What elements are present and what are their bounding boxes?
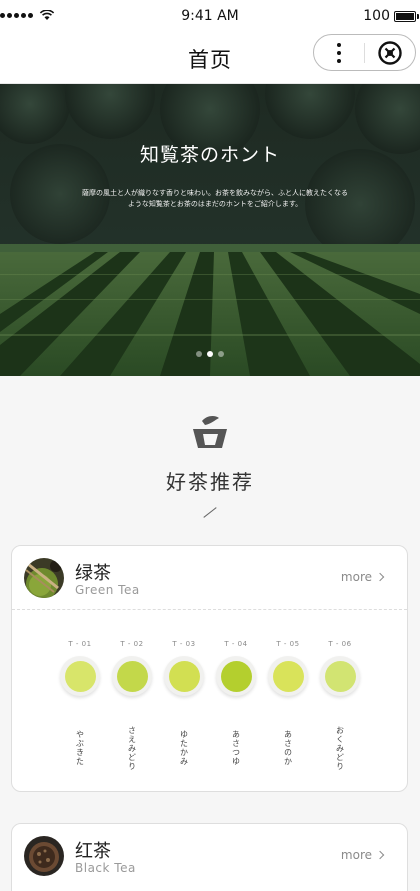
tea-name: ゆたかみ (179, 730, 189, 766)
tea-item[interactable]: T - 05 あさのか (262, 640, 314, 778)
tea-name: おくみどり (335, 725, 345, 771)
tea-cup (216, 656, 256, 696)
tea-item[interactable]: T - 04 あさつゆ (210, 640, 262, 778)
tea-category-card: 红茶 Black Tea more (11, 823, 408, 891)
battery-percent: 100 (363, 8, 390, 24)
menu-button[interactable] (314, 35, 364, 70)
more-link[interactable]: more (341, 570, 385, 584)
card-title: 红茶 (75, 841, 111, 862)
tea-code: T - 04 (224, 640, 248, 648)
carousel-indicator (0, 351, 420, 357)
tea-cup (268, 656, 308, 696)
tea-code: T - 05 (276, 640, 300, 648)
chevron-right-icon (375, 850, 385, 860)
card-header: 红茶 Black Tea more (12, 824, 407, 888)
tea-code: T - 02 (120, 640, 144, 648)
tea-name: あさのか (283, 730, 293, 766)
tea-cup (60, 656, 100, 696)
tea-code: T - 06 (328, 640, 352, 648)
tea-cup (112, 656, 152, 696)
mini-program-capsule (313, 34, 416, 71)
carousel-dot[interactable] (218, 351, 224, 357)
tea-item[interactable]: T - 03 ゆたかみ (158, 640, 210, 778)
nav-bar: 首页 (0, 32, 420, 84)
tea-item[interactable]: T - 02 さえみどり (106, 640, 158, 778)
tea-cup (320, 656, 360, 696)
tea-name: やぶきた (75, 730, 85, 766)
carousel-dot-active[interactable] (207, 351, 213, 357)
tea-code: T - 01 (68, 640, 92, 648)
black-tea-avatar (24, 836, 64, 876)
banner-subtitle: 薩摩の風土と人が織りなす香りと味わい。お茶を飲みながら、ふと人に教えたくなるよう… (82, 189, 348, 208)
close-button[interactable] (365, 35, 415, 70)
green-tea-avatar (24, 558, 64, 598)
tea-code: T - 03 (172, 640, 196, 648)
banner-title: 知覧茶のホント (139, 144, 280, 166)
status-bar: 9:41 AM 100 (0, 0, 420, 32)
section-divider (203, 507, 217, 518)
tea-name: さえみどり (127, 725, 137, 771)
card-title: 绿茶 (75, 563, 111, 584)
tea-item[interactable]: T - 01 やぶきた (54, 640, 106, 778)
card-header: 绿茶 Green Tea more (12, 546, 407, 610)
more-dots-icon (337, 42, 341, 63)
tea-cup-icon (193, 416, 227, 448)
tea-field-image (0, 84, 420, 376)
tea-cup (164, 656, 204, 696)
status-time: 9:41 AM (181, 8, 239, 24)
more-link[interactable]: more (341, 848, 385, 862)
tea-name: あさつゆ (231, 730, 241, 766)
battery-icon (394, 11, 416, 22)
close-icon (378, 40, 402, 65)
tea-item[interactable]: T - 06 おくみどり (314, 640, 366, 778)
carousel-dot[interactable] (196, 351, 202, 357)
section-title: 好茶推荐 (166, 470, 254, 494)
chevron-right-icon (375, 572, 385, 582)
banner-carousel[interactable]: 知覧茶のホント 薩摩の風土と人が織りなす香りと味わい。お茶を飲みながら、ふと人に… (0, 84, 420, 376)
card-subtitle: Green Tea (75, 583, 140, 597)
tea-category-card: 绿茶 Green Tea more T - 01 やぶきた T - 02 さえみ… (11, 545, 408, 792)
card-subtitle: Black Tea (75, 861, 136, 875)
